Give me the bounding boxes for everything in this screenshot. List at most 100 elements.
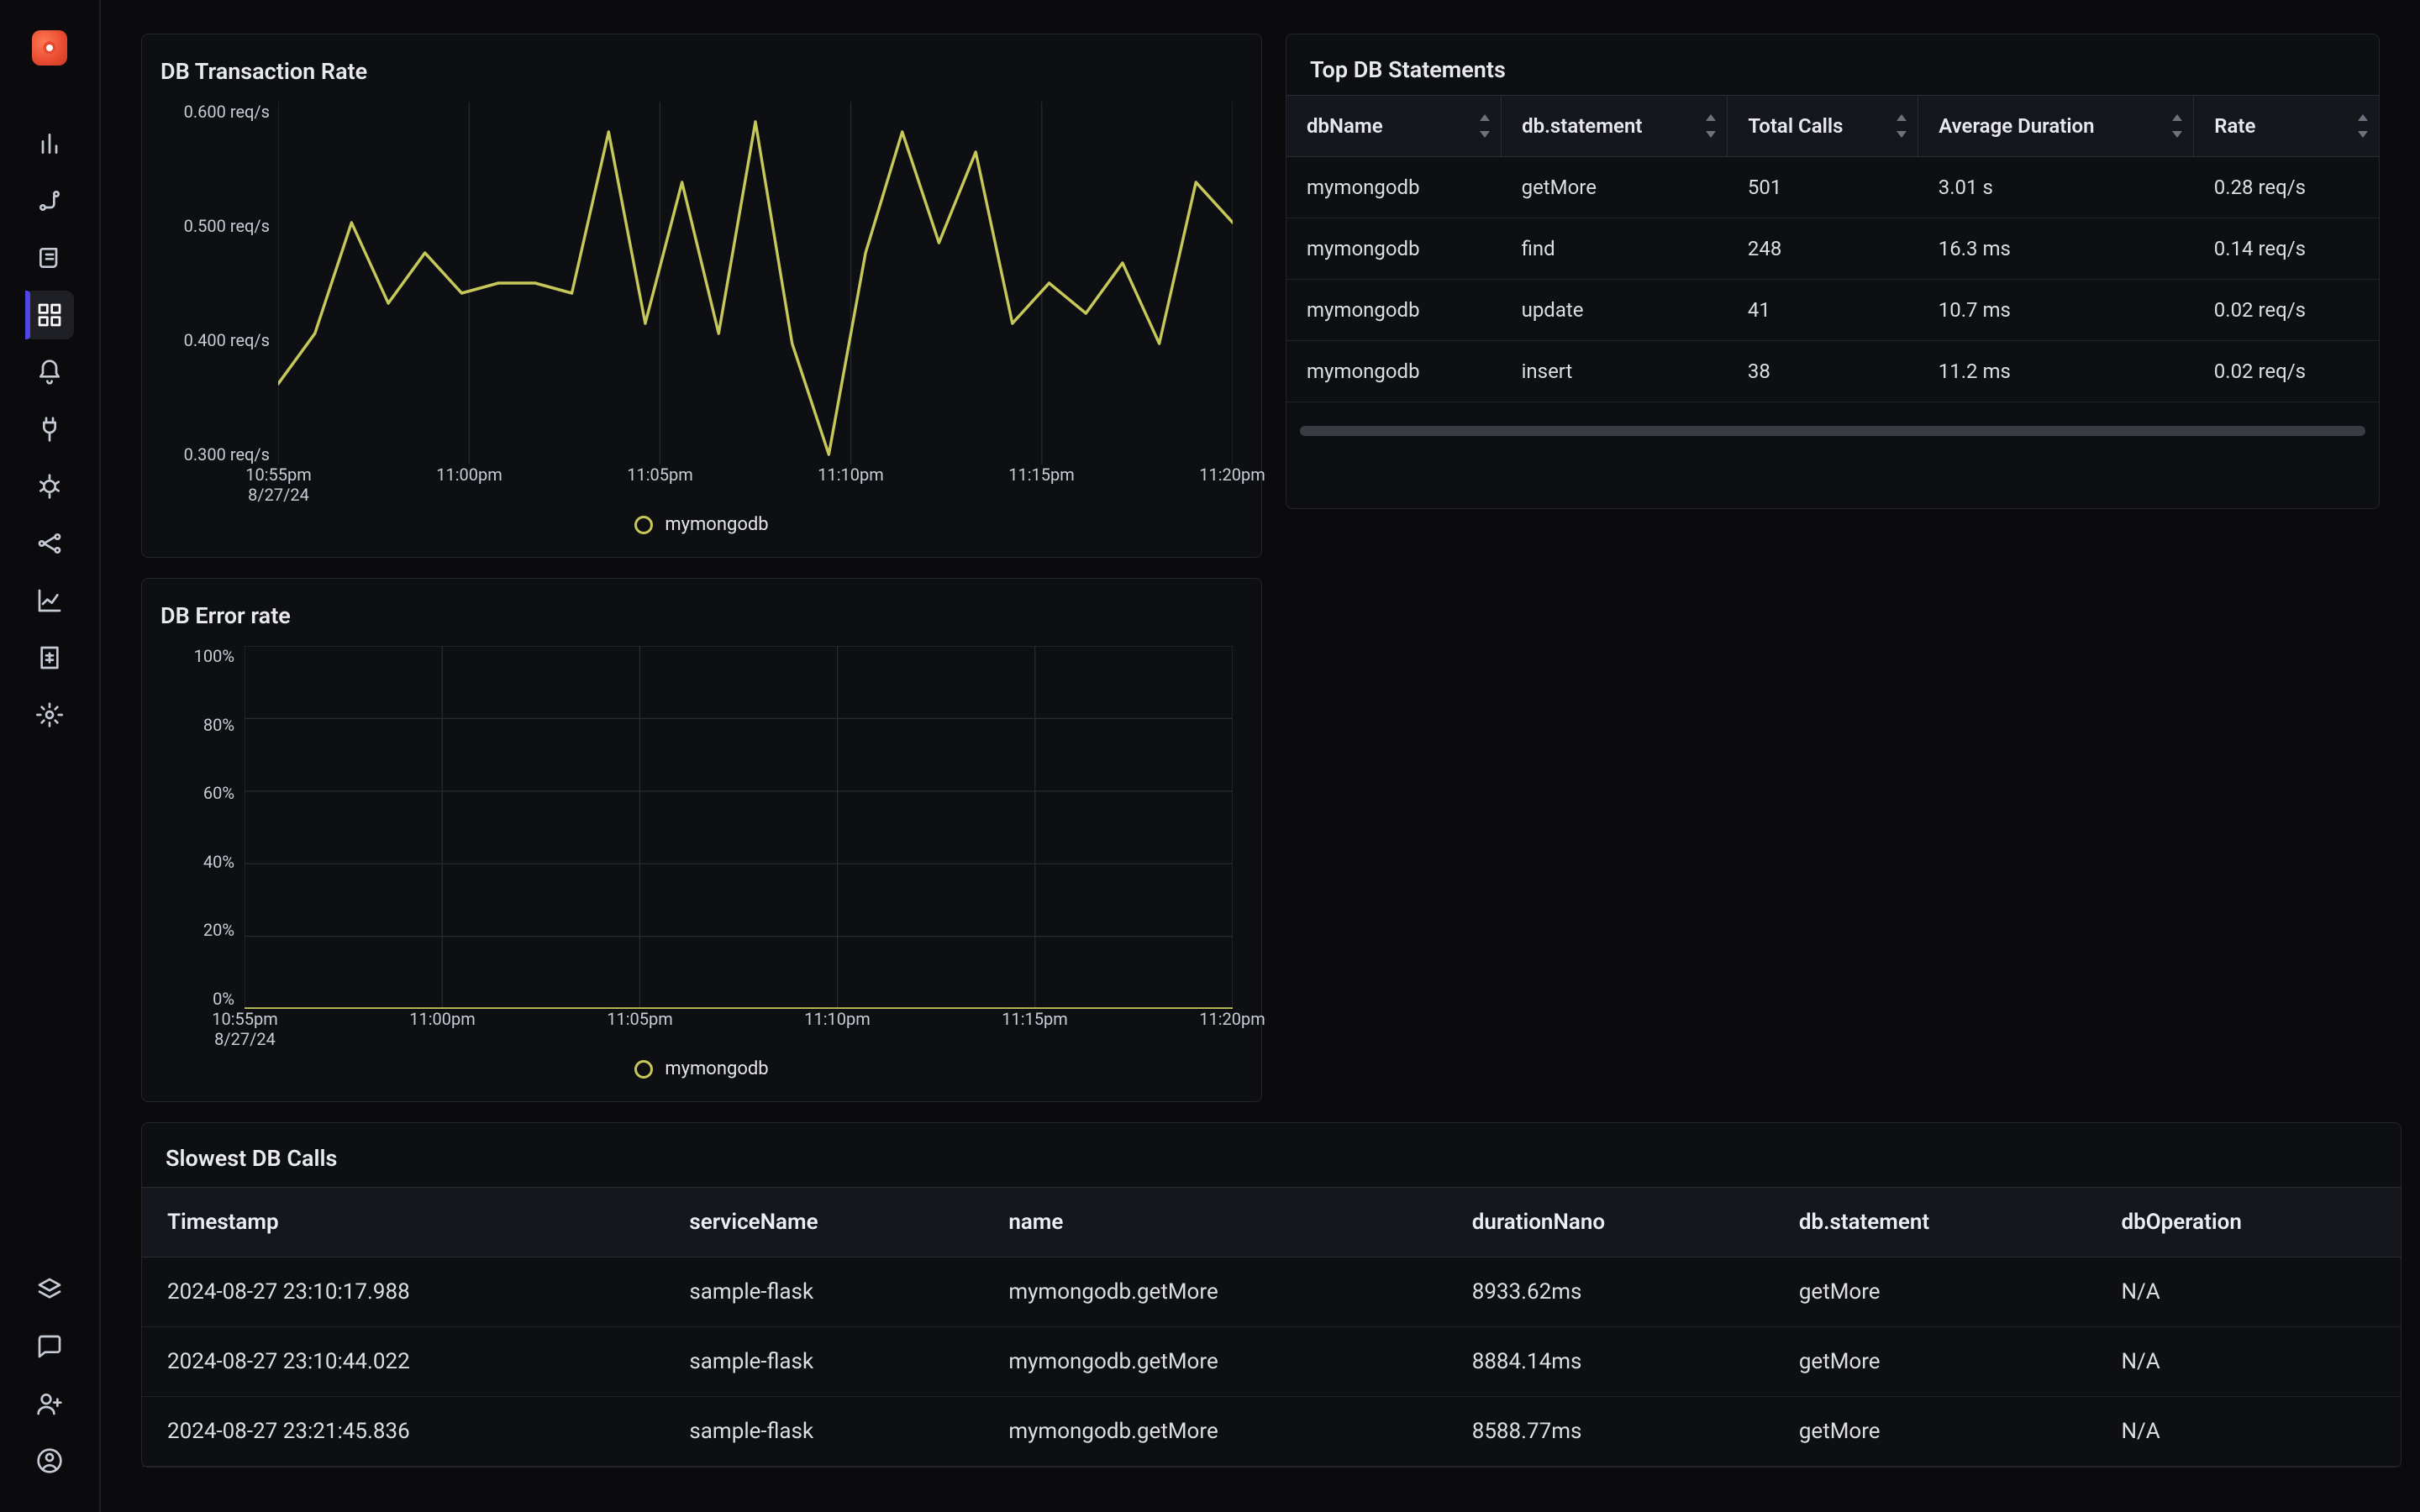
sidebar: [0, 0, 101, 1512]
chart-legend[interactable]: mymongodb: [160, 514, 1243, 535]
col-avg-duration[interactable]: Average Duration: [1918, 96, 2194, 157]
sidebar-item-integrations[interactable]: [25, 405, 74, 454]
y-tick: 60%: [203, 783, 234, 803]
table-cell: mymongodb: [1286, 218, 1502, 280]
y-axis: 0.600 req/s 0.500 req/s 0.400 req/s 0.30…: [160, 102, 270, 465]
table-cell: 501: [1728, 157, 1918, 218]
col-duration-nano[interactable]: durationNano: [1447, 1188, 1774, 1257]
sidebar-item-invite[interactable]: [25, 1379, 74, 1428]
chart-legend[interactable]: mymongodb: [160, 1058, 1243, 1079]
network-icon: [36, 530, 63, 557]
table-cell: mymongodb.getMore: [983, 1397, 1446, 1467]
bell-icon: [36, 359, 63, 386]
table-row[interactable]: mymongodbinsert3811.2 ms0.02 req/s: [1286, 341, 2379, 402]
col-total-calls[interactable]: Total Calls: [1728, 96, 1918, 157]
table-cell: 2024-08-27 23:10:17.988: [142, 1257, 664, 1327]
plug-icon: [36, 416, 63, 443]
gear-icon: [36, 701, 63, 728]
table-cell: N/A: [2096, 1257, 2401, 1327]
app-logo[interactable]: [32, 30, 67, 66]
sidebar-item-alerts[interactable]: [25, 348, 74, 396]
table-cell: sample-flask: [664, 1257, 983, 1327]
y-tick: 40%: [203, 852, 234, 872]
table-cell: 8588.77ms: [1447, 1397, 1774, 1467]
table-cell: N/A: [2096, 1327, 2401, 1397]
table-cell: 11.2 ms: [1918, 341, 2194, 402]
sort-icon: [2170, 114, 2185, 138]
sidebar-item-metrics[interactable]: [25, 119, 74, 168]
scrollbar-thumb[interactable]: [1300, 426, 2365, 436]
sidebar-item-layers[interactable]: [25, 1265, 74, 1314]
x-tick-time: 10:55pm: [212, 1009, 278, 1029]
table-cell: mymongodb: [1286, 280, 1502, 341]
table-cell: 38: [1728, 341, 1918, 402]
col-db-statement[interactable]: db.statement: [1774, 1188, 2096, 1257]
chart-body[interactable]: 100% 80% 60% 40% 20% 0%: [160, 636, 1243, 1084]
sidebar-item-account[interactable]: [25, 1436, 74, 1485]
y-tick: 0.600 req/s: [184, 102, 270, 122]
sidebar-item-billing[interactable]: [25, 633, 74, 682]
x-tick-time: 11:20pm: [1199, 1009, 1265, 1029]
y-tick: 80%: [203, 715, 234, 735]
col-db-name[interactable]: dbName: [1286, 96, 1502, 157]
table-cell: sample-flask: [664, 1327, 983, 1397]
table-row[interactable]: 2024-08-27 23:10:44.022sample-flaskmymon…: [142, 1327, 2401, 1397]
horizontal-scrollbar[interactable]: [1300, 426, 2365, 436]
sidebar-item-exceptions[interactable]: [25, 462, 74, 511]
table-cell: getMore: [1502, 157, 1728, 218]
x-tick-date: 8/27/24: [248, 485, 309, 505]
table-cell: 41: [1728, 280, 1918, 341]
col-rate[interactable]: Rate: [2194, 96, 2379, 157]
panel-top-db-statements: Top DB Statements dbName db.statement To…: [1286, 34, 2380, 509]
sort-icon: [1477, 114, 1492, 138]
table-cell: 16.3 ms: [1918, 218, 2194, 280]
table-cell: insert: [1502, 341, 1728, 402]
sidebar-item-traces[interactable]: [25, 176, 74, 225]
sidebar-item-settings[interactable]: [25, 690, 74, 739]
panel-db-transaction-rate: DB Transaction Rate 0.600 req/s 0.500 re…: [141, 34, 1262, 558]
chart-body[interactable]: 0.600 req/s 0.500 req/s 0.400 req/s 0.30…: [160, 92, 1243, 540]
legend-swatch-icon: [634, 516, 653, 534]
table-cell: 10.7 ms: [1918, 280, 2194, 341]
table-row[interactable]: 2024-08-27 23:10:17.988sample-flaskmymon…: [142, 1257, 2401, 1327]
table-cell: update: [1502, 280, 1728, 341]
col-db-statement[interactable]: db.statement: [1502, 96, 1728, 157]
x-tick-date: 8/27/24: [214, 1029, 276, 1049]
x-tick-time: 11:05pm: [627, 465, 693, 485]
col-db-operation[interactable]: dbOperation: [2096, 1188, 2401, 1257]
col-service-name[interactable]: serviceName: [664, 1188, 983, 1257]
table-cell: 0.14 req/s: [2194, 218, 2379, 280]
table-row[interactable]: mymongodbgetMore5013.01 s0.28 req/s: [1286, 157, 2379, 218]
x-axis: 10:55pm8/27/24 11:00pm 11:05pm 11:10pm 1…: [278, 465, 1233, 501]
x-tick-time: 11:15pm: [1002, 1009, 1068, 1029]
sidebar-item-service-map[interactable]: [25, 519, 74, 568]
table-cell: 3.01 s: [1918, 157, 2194, 218]
sidebar-item-dashboards[interactable]: [25, 291, 74, 339]
sidebar-item-support[interactable]: [25, 1322, 74, 1371]
y-tick: 0.300 req/s: [184, 444, 270, 465]
table-cell: 0.28 req/s: [2194, 157, 2379, 218]
table-cell: find: [1502, 218, 1728, 280]
line-chart-icon: [36, 587, 63, 614]
nav-secondary: [0, 1265, 99, 1485]
col-timestamp[interactable]: Timestamp: [142, 1188, 664, 1257]
table-cell: 2024-08-27 23:21:45.836: [142, 1397, 664, 1467]
y-tick: 0.500 req/s: [184, 216, 270, 236]
top-statements-table: dbName db.statement Total Calls Average …: [1286, 95, 2379, 402]
sidebar-item-logs[interactable]: [25, 234, 74, 282]
y-tick: 100%: [194, 646, 234, 666]
sidebar-item-usage[interactable]: [25, 576, 74, 625]
panel-title: DB Error rate: [160, 602, 1243, 629]
nav-primary: [25, 119, 74, 739]
table-cell: mymongodb: [1286, 341, 1502, 402]
table-row[interactable]: 2024-08-27 23:21:45.836sample-flaskmymon…: [142, 1397, 2401, 1467]
main-content: DB Transaction Rate 0.600 req/s 0.500 re…: [101, 0, 2420, 1512]
legend-swatch-icon: [634, 1060, 653, 1079]
col-name[interactable]: name: [983, 1188, 1446, 1257]
layers-icon: [36, 1276, 63, 1303]
table-header-row: Timestamp serviceName name durationNano …: [142, 1188, 2401, 1257]
table-row[interactable]: mymongodbupdate4110.7 ms0.02 req/s: [1286, 280, 2379, 341]
table-cell: N/A: [2096, 1397, 2401, 1467]
table-cell: 8884.14ms: [1447, 1327, 1774, 1397]
table-row[interactable]: mymongodbfind24816.3 ms0.14 req/s: [1286, 218, 2379, 280]
